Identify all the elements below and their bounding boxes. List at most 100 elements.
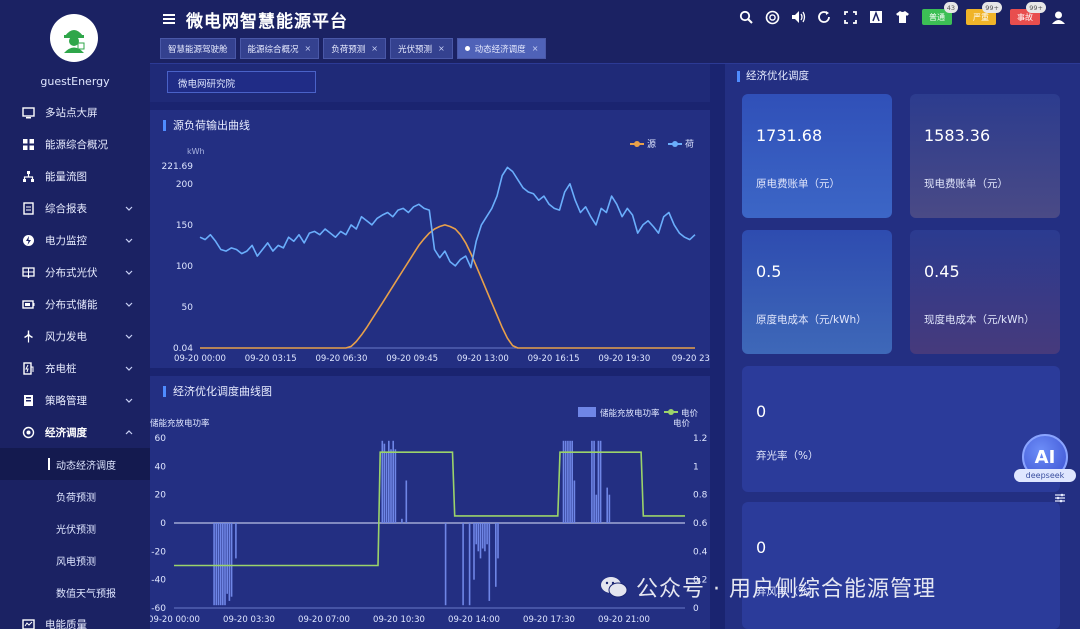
y-tick-label: 0.04 <box>173 344 193 354</box>
close-icon[interactable]: × <box>438 44 445 53</box>
storage-bar <box>573 480 576 523</box>
sidebar-item-label: 分布式光伏 <box>45 266 98 279</box>
monitor-icon <box>22 106 35 119</box>
legend-marker <box>634 141 640 147</box>
x-tick-label: 09-20 00:00 <box>150 615 200 625</box>
storage-bar <box>394 449 397 523</box>
chevron-down-icon <box>125 366 133 371</box>
storage-bar <box>562 440 565 523</box>
sidebar-item-label: 策略管理 <box>45 394 87 407</box>
x-tick-label: 09-20 13:00 <box>457 354 509 364</box>
stat-card: 0 弃光率（%） <box>742 366 1060 492</box>
theme-shirt-icon[interactable] <box>894 9 910 25</box>
alarm-badge[interactable]: 严重 99+ <box>966 2 1002 25</box>
stat-value: 0 <box>756 538 767 557</box>
storage-bar <box>401 518 403 524</box>
storage-bar <box>385 452 388 523</box>
sidebar-subitem[interactable]: 动态经济调度 <box>0 448 150 480</box>
tab[interactable]: 负荷预测 × <box>323 38 386 59</box>
tab[interactable]: 动态经济调度 × <box>456 38 547 59</box>
storage-bar <box>388 440 390 523</box>
tab-label: 智慧能源驾驶舱 <box>168 44 228 55</box>
y-left-axis-label: 储能充放电功率 <box>150 418 210 429</box>
storage-bar <box>593 440 595 523</box>
legend-label: 储能充放电功率 <box>600 408 660 419</box>
x-tick-label: 09-20 09:45 <box>386 354 438 364</box>
sidebar-subitem[interactable]: 风电预测 <box>0 544 150 576</box>
x-tick-label: 09-20 06:30 <box>315 354 367 364</box>
charger-icon <box>22 361 35 375</box>
active-indicator <box>48 458 50 470</box>
storage-bar <box>497 523 499 559</box>
tab-bar: 智慧能源驾驶舱 能源综合概况 × 负荷预测 × 光伏预测 × 动态经济调度 × <box>160 38 547 59</box>
storage-bar <box>383 443 386 523</box>
y-tick-label: 50 <box>182 303 194 313</box>
x-tick-label: 09-20 00:00 <box>174 354 226 364</box>
sidebar-item-label: 能量流图 <box>45 170 87 183</box>
sidebar-subitem[interactable]: 数值天气预报 <box>0 576 150 608</box>
sidebar-item-strategy[interactable]: 策略管理 <box>0 384 150 416</box>
sidebar-subitem-label: 负荷预测 <box>56 492 96 504</box>
settings-icon[interactable] <box>1054 492 1066 504</box>
storage-bar <box>224 523 226 606</box>
storage-bar <box>569 440 571 523</box>
stat-label: 原度电成本（元/kWh） <box>756 314 867 326</box>
alarm-label: 普通 <box>929 12 945 22</box>
search-icon[interactable] <box>738 9 754 25</box>
alarm-count: 43 <box>943 2 958 13</box>
stat-value: 0.45 <box>924 262 960 281</box>
sidebar-subitem[interactable]: 光伏预测 <box>0 512 150 544</box>
tab[interactable]: 智慧能源驾驶舱 <box>160 38 236 59</box>
sidebar-item-monitor[interactable]: 多站点大屏 <box>0 96 150 128</box>
y-left-tick-label: 60 <box>155 434 167 444</box>
stat-card: 0.45 现度电成本（元/kWh） <box>910 230 1060 354</box>
y-left-tick-label: -20 <box>151 547 166 557</box>
refresh-icon[interactable] <box>816 9 832 25</box>
close-icon[interactable]: × <box>532 44 539 53</box>
sidebar-item-dispatch[interactable]: 经济调度 <box>0 416 150 448</box>
close-icon[interactable]: × <box>371 44 378 53</box>
alarm-badge[interactable]: 事故 99+ <box>1010 2 1046 25</box>
tab[interactable]: 能源综合概况 × <box>239 38 320 59</box>
font-size-icon[interactable] <box>868 9 884 25</box>
storage-bar <box>608 494 611 523</box>
user-icon[interactable] <box>1050 9 1066 25</box>
stat-value: 0.5 <box>756 262 782 281</box>
sidebar-item-label: 风力发电 <box>45 330 87 343</box>
sidebar-item-charger[interactable]: 充电桩 <box>0 352 150 384</box>
fullscreen-icon[interactable] <box>842 9 858 25</box>
strategy-icon <box>22 394 35 407</box>
chevron-down-icon <box>125 238 133 243</box>
sidebar-item-solar[interactable]: 分布式光伏 <box>0 256 150 288</box>
panel-title: 经济优化调度 <box>737 71 809 82</box>
x-tick-label: 09-20 17:30 <box>523 615 575 625</box>
legend-marker <box>668 409 674 415</box>
station-select[interactable]: 微电网研究院 <box>167 71 316 93</box>
tab[interactable]: 光伏预测 × <box>389 38 453 59</box>
close-icon[interactable]: × <box>305 44 312 53</box>
sidebar-item-wind[interactable]: 风力发电 <box>0 320 150 352</box>
y-tick-label: 221.69 <box>162 162 194 172</box>
sidebar-item-power[interactable]: 电力监控 <box>0 224 150 256</box>
y-tick-label: 150 <box>176 221 193 231</box>
y-right-tick-label: 1 <box>693 462 699 472</box>
tab-label: 动态经济调度 <box>474 44 526 55</box>
sidebar-item-quality[interactable]: 电能质量 <box>0 608 150 629</box>
toolbar: 普通 43 严重 99+ 事故 99+ <box>738 2 1066 25</box>
flow-icon <box>22 170 35 183</box>
sidebar-item-battery[interactable]: 分布式储能 <box>0 288 150 320</box>
sidebar-subitem[interactable]: 负荷预测 <box>0 480 150 512</box>
volume-icon[interactable] <box>790 9 806 25</box>
ai-assistant-label: deepseek <box>1014 469 1076 482</box>
sidebar-item-label: 电能质量 <box>45 618 87 629</box>
menu-toggle-icon[interactable] <box>162 12 176 26</box>
sidebar-item-report[interactable]: 综合报表 <box>0 192 150 224</box>
avatar[interactable] <box>50 14 98 62</box>
sidebar-item-flow[interactable]: 能量流图 <box>0 160 150 192</box>
support-icon[interactable] <box>764 9 780 25</box>
y-left-tick-label: -40 <box>151 576 166 586</box>
sidebar-subitem-label: 动态经济调度 <box>56 460 116 472</box>
alarm-badge[interactable]: 普通 43 <box>922 2 958 25</box>
storage-bar <box>468 523 471 606</box>
sidebar-item-grid[interactable]: 能源综合概况 <box>0 128 150 160</box>
